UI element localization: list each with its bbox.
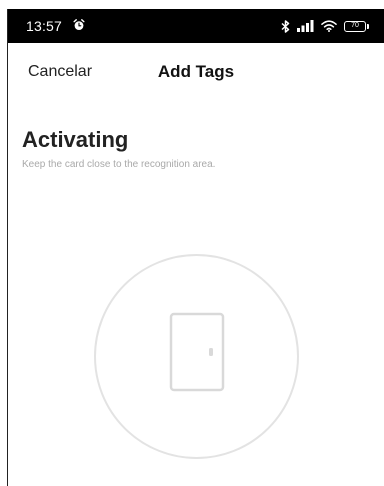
status-bar: 13:57 70 [8,9,384,43]
battery-icon: 70 [344,20,369,32]
wifi-icon [321,20,337,32]
alarm-icon [73,19,85,30]
battery-level: 70 [351,22,359,29]
status-time: 13:57 [26,18,63,34]
cancel-button[interactable]: Cancelar [28,62,92,82]
phone-screen: 13:57 70 Add Tags Cancelar Activating Ke… [8,9,384,486]
status-icons: 70 [281,18,369,34]
activating-heading: Activating [22,127,129,152]
door-icon [169,312,225,392]
nav-bar: Add Tags Cancelar [8,43,384,99]
battery-cap [367,23,369,29]
instruction-text: Keep the card close to the recognition a… [22,159,216,170]
signal-icon [297,20,314,32]
bluetooth-icon [281,19,290,33]
